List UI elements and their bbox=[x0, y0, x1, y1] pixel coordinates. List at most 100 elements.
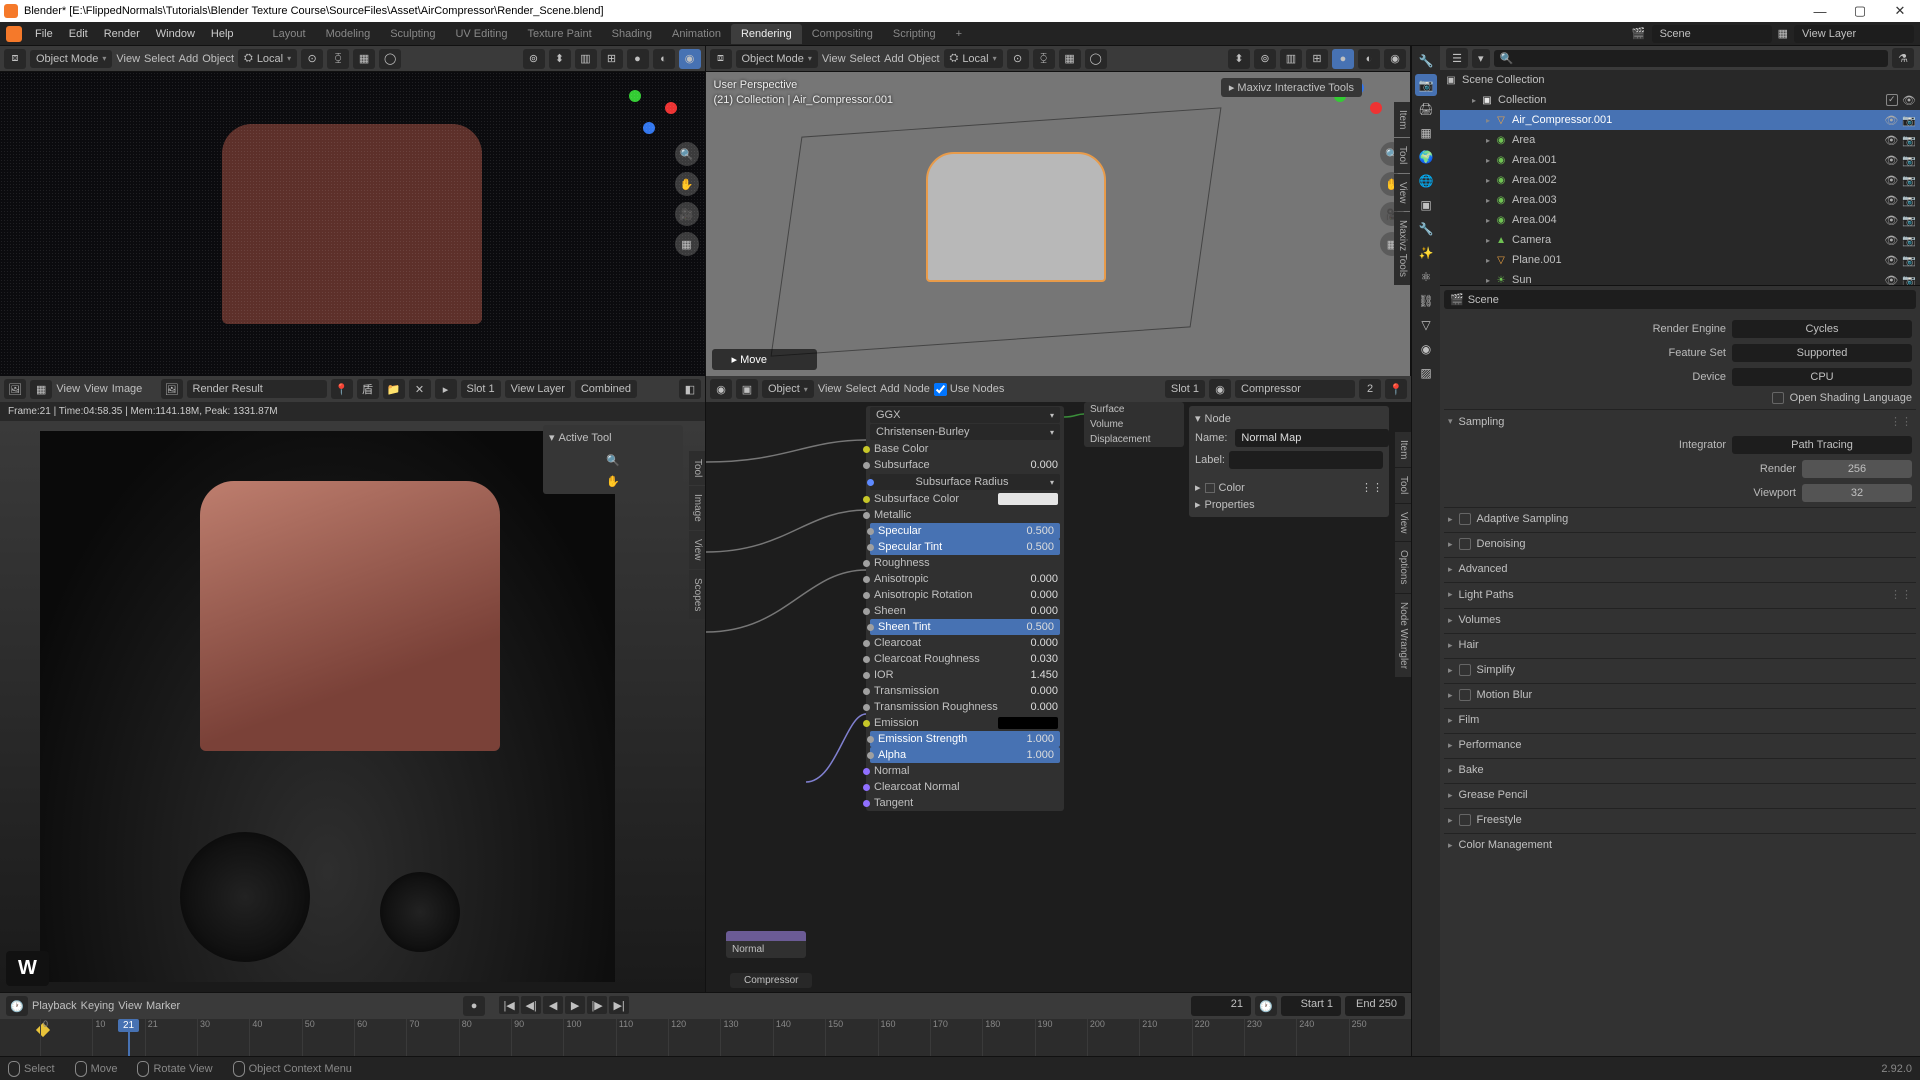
tab-particle-icon[interactable]: ✨ bbox=[1415, 242, 1437, 264]
tab-constraint-icon[interactable]: ⛓ bbox=[1415, 290, 1437, 312]
outliner[interactable]: ☰ ▾ 🔍 ⚗ ▣Scene Collection▸▣Collection👁▸▽… bbox=[1440, 46, 1920, 286]
properties-panel[interactable]: 🎬 Scene Render EngineCycles Feature SetS… bbox=[1440, 286, 1920, 1056]
frame-link-icon[interactable]: 🕐 bbox=[1255, 996, 1277, 1016]
workspace-tab-compositing[interactable]: Compositing bbox=[802, 24, 883, 44]
tl-menu-view[interactable]: View bbox=[118, 1000, 142, 1012]
tl-menu-marker[interactable]: Marker bbox=[146, 1000, 180, 1012]
jump-start-icon[interactable]: |◀ bbox=[499, 996, 519, 1014]
bsdf-tangent[interactable]: Tangent bbox=[866, 795, 1064, 811]
outliner-item[interactable]: ▸▣Collection👁 bbox=[1440, 90, 1920, 110]
principled-bsdf-node[interactable]: GGX▾Christensen-Burley▾Base ColorSubsurf… bbox=[866, 406, 1064, 811]
image-editor[interactable]: 🖼 ▦ View View Image 🖼 Render Result 📍 盾 … bbox=[0, 376, 705, 992]
bsdf-roughness[interactable]: Roughness bbox=[866, 555, 1064, 571]
zoom-icon[interactable]: 🔍 bbox=[675, 142, 699, 166]
sidetab-view[interactable]: View bbox=[1394, 174, 1410, 212]
editor-type-icon[interactable]: ◉ bbox=[710, 379, 732, 399]
node-menu-add[interactable]: Add bbox=[880, 383, 900, 395]
shader-type-icon[interactable]: ▣ bbox=[736, 379, 758, 399]
img-menu-view2[interactable]: View bbox=[84, 383, 108, 395]
workspace-tab-modeling[interactable]: Modeling bbox=[316, 24, 381, 44]
persp-icon[interactable]: ▦ bbox=[675, 232, 699, 256]
menu-help[interactable]: Help bbox=[204, 25, 241, 43]
app-icon[interactable] bbox=[6, 26, 22, 42]
image-name-field[interactable]: Render Result bbox=[187, 380, 327, 398]
panel-denoising[interactable]: ▸Denoising bbox=[1444, 532, 1916, 555]
tab-viewlayer-icon[interactable]: ▦ bbox=[1415, 122, 1437, 144]
pivot-icon[interactable]: ⊙ bbox=[1007, 49, 1029, 69]
bsdf-transmission[interactable]: Transmission0.000 bbox=[866, 683, 1064, 699]
panel-light-paths[interactable]: ▸Light Paths⋮⋮ bbox=[1444, 582, 1916, 606]
mode-select[interactable]: Object Mode▾ bbox=[30, 50, 112, 68]
play-reverse-icon[interactable]: ◀ bbox=[543, 996, 563, 1014]
panel-performance[interactable]: ▸Performance bbox=[1444, 733, 1916, 756]
end-frame-field[interactable]: End 250 bbox=[1345, 996, 1405, 1016]
bsdf-emission-strength[interactable]: Emission Strength1.000 bbox=[870, 731, 1060, 747]
autokey-icon[interactable]: ● bbox=[463, 996, 485, 1016]
outliner-item[interactable]: ▸◉Area.004👁📷 bbox=[1440, 210, 1920, 230]
material-output-node[interactable]: Surface Volume Displacement bbox=[1084, 402, 1184, 447]
workspace-tab-sculpting[interactable]: Sculpting bbox=[380, 24, 445, 44]
mode-select[interactable]: Object Mode▾ bbox=[736, 50, 818, 68]
axis-gizmo[interactable] bbox=[625, 82, 675, 132]
editor-type-icon[interactable]: 🖼 bbox=[4, 379, 26, 399]
axis-x-icon[interactable] bbox=[665, 102, 677, 114]
shading-solid-icon[interactable]: ● bbox=[1332, 49, 1354, 69]
image-browse-icon[interactable]: 🖼 bbox=[161, 379, 183, 399]
bsdf-emission[interactable]: Emission bbox=[866, 715, 1064, 731]
bsdf-sheen[interactable]: Sheen0.000 bbox=[866, 603, 1064, 619]
outliner-search[interactable]: 🔍 bbox=[1494, 50, 1888, 67]
overlay-toggle[interactable]: ⊚ bbox=[1254, 49, 1276, 69]
filter-icon[interactable]: ⚗ bbox=[1892, 48, 1914, 68]
tab-texture-icon[interactable]: ▨ bbox=[1415, 362, 1437, 384]
outliner-item[interactable]: ▸◉Area👁📷 bbox=[1440, 130, 1920, 150]
vp-menu-view[interactable]: View bbox=[822, 53, 846, 65]
tab-data-icon[interactable]: ▽ bbox=[1415, 314, 1437, 336]
layer-select[interactable]: View Layer bbox=[505, 380, 571, 398]
material-users[interactable]: 2 bbox=[1359, 379, 1381, 399]
workspace-tab-uv-editing[interactable]: UV Editing bbox=[445, 24, 517, 44]
fake-user-icon[interactable]: 盾 bbox=[357, 379, 379, 399]
workspace-tab-texture-paint[interactable]: Texture Paint bbox=[517, 24, 601, 44]
workspace-tab-layout[interactable]: Layout bbox=[263, 24, 316, 44]
viewport-rendered[interactable]: ⧈ Object Mode▾ View Select Add Object ⛭ … bbox=[0, 46, 706, 376]
outliner-item[interactable]: ▸▽Plane.001👁📷 bbox=[1440, 250, 1920, 270]
panel-freestyle[interactable]: ▸Freestyle bbox=[1444, 808, 1916, 831]
shading-wire-icon[interactable]: ⊞ bbox=[601, 49, 623, 69]
device-select[interactable]: CPU bbox=[1732, 368, 1912, 386]
unlink-icon[interactable]: ✕ bbox=[409, 379, 431, 399]
sidetab-options[interactable]: Options bbox=[1395, 542, 1411, 592]
orientation-select[interactable]: ⛭ Local▾ bbox=[238, 49, 297, 68]
sidetab-node-wrangler[interactable]: Node Wrangler bbox=[1395, 594, 1411, 677]
tool-zoom-icon[interactable]: 🔍 bbox=[606, 454, 620, 467]
orientation-select[interactable]: ⛭ Local▾ bbox=[944, 49, 1003, 68]
proportional-icon[interactable]: ◯ bbox=[379, 49, 401, 69]
keyframe-prev-icon[interactable]: ◀| bbox=[521, 996, 541, 1014]
render-engine-select[interactable]: Cycles bbox=[1732, 320, 1912, 338]
img-menu-view[interactable]: View bbox=[56, 383, 80, 395]
shader-editor[interactable]: ◉ ▣ Object▾ View Select Add Node Use Nod… bbox=[705, 376, 1411, 992]
xray-icon[interactable]: ▥ bbox=[1280, 49, 1302, 69]
outliner-mode[interactable]: ▾ bbox=[1472, 49, 1490, 68]
material-browse-icon[interactable]: ◉ bbox=[1209, 379, 1231, 399]
panel-color-management[interactable]: ▸Color Management bbox=[1444, 833, 1916, 856]
gizmo-toggle[interactable]: ⬍ bbox=[549, 49, 571, 69]
tl-menu-keying[interactable]: Keying bbox=[81, 1000, 115, 1012]
vp-menu-view[interactable]: View bbox=[116, 53, 140, 65]
channels-icon[interactable]: ◧ bbox=[679, 379, 701, 399]
img-menu-image[interactable]: Image bbox=[112, 383, 143, 395]
axis-x-icon[interactable] bbox=[1370, 102, 1382, 114]
shading-solid-icon[interactable]: ● bbox=[627, 49, 649, 69]
material-name-field[interactable]: Compressor bbox=[1235, 380, 1355, 398]
axis-y-icon[interactable] bbox=[629, 90, 641, 102]
sidetab-scopes[interactable]: Scopes bbox=[689, 570, 706, 619]
osl-checkbox[interactable] bbox=[1772, 392, 1784, 404]
xray-icon[interactable]: ▥ bbox=[575, 49, 597, 69]
maximize-button[interactable]: ▢ bbox=[1840, 0, 1880, 22]
sidetab-item[interactable]: Item bbox=[1394, 102, 1410, 137]
tab-tool-icon[interactable]: 🔧 bbox=[1415, 50, 1437, 72]
bsdf-clearcoat-normal[interactable]: Clearcoat Normal bbox=[866, 779, 1064, 795]
bsdf-subsurface-color[interactable]: Subsurface Color bbox=[866, 491, 1064, 507]
slot-select[interactable]: Slot 1 bbox=[1165, 380, 1205, 398]
outliner-item[interactable]: ▸☀Sun👁📷 bbox=[1440, 270, 1920, 286]
bsdf-anisotropic-rotation[interactable]: Anisotropic Rotation0.000 bbox=[866, 587, 1064, 603]
